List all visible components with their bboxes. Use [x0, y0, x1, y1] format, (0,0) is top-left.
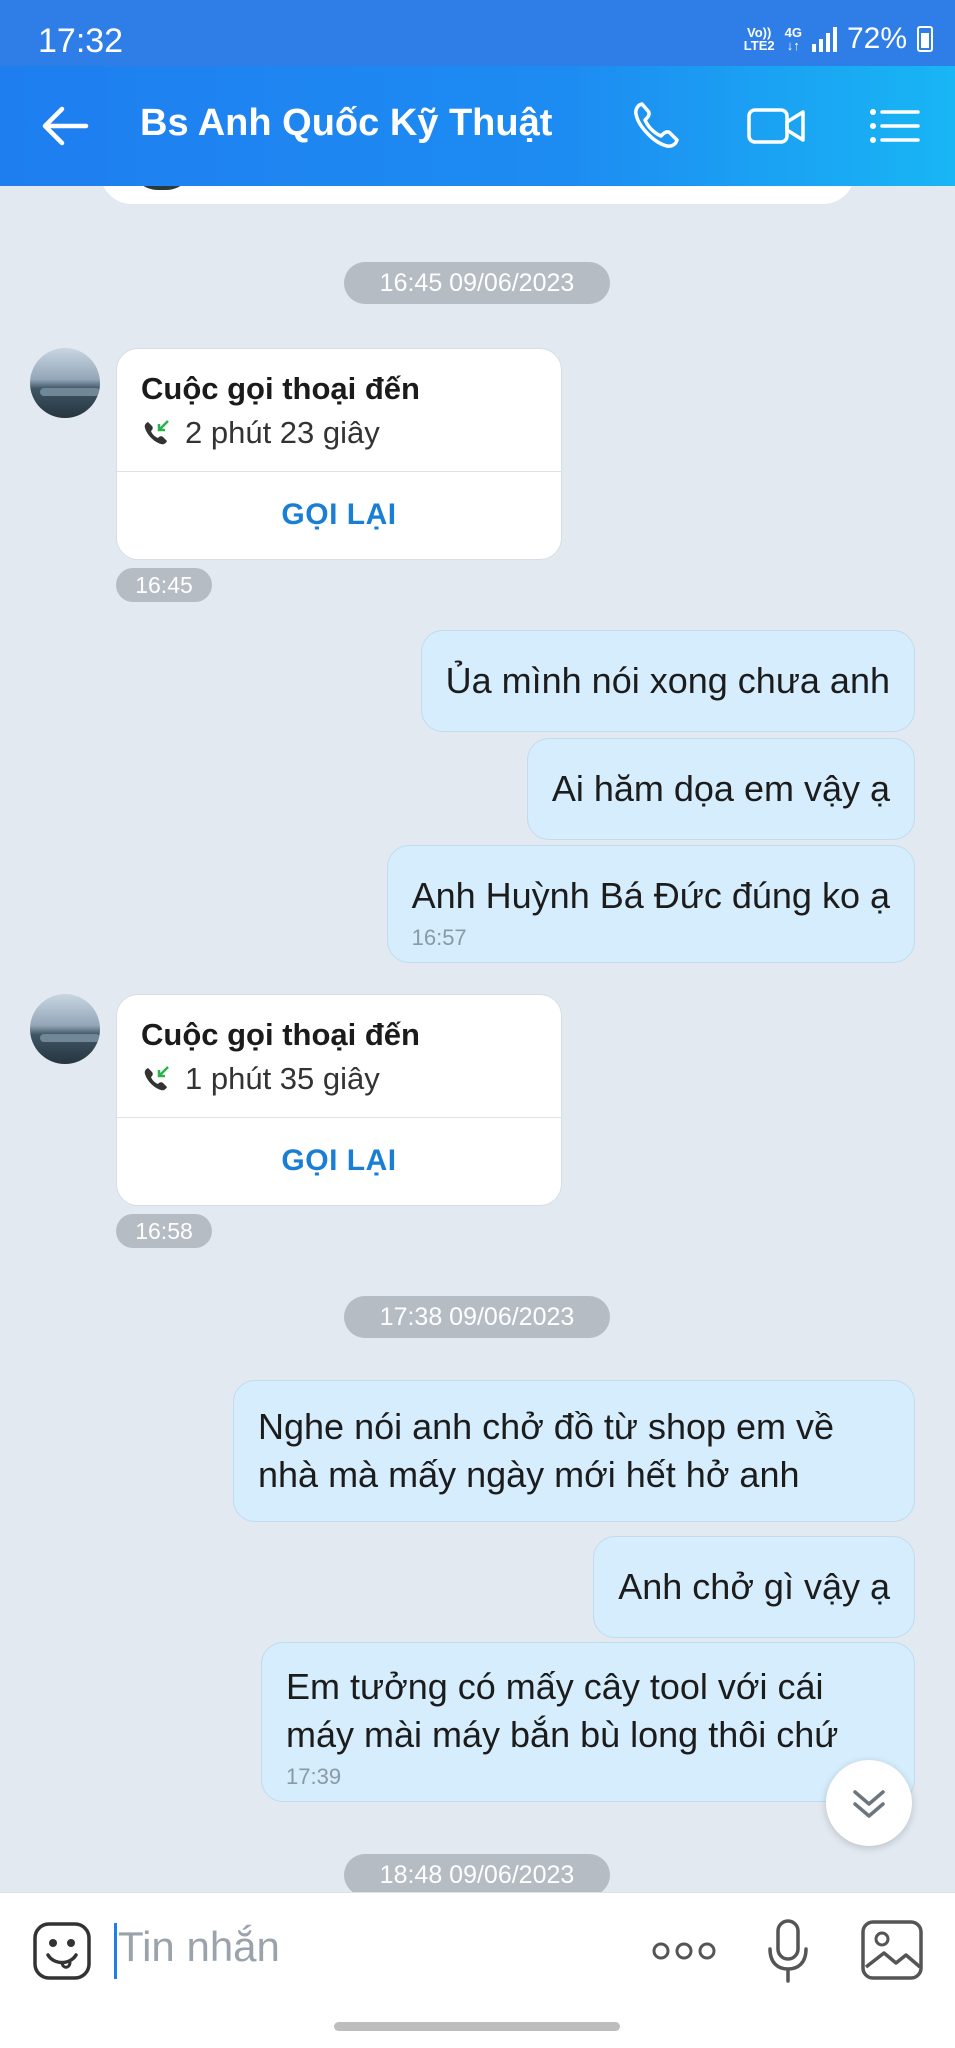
- call-title: Cuộc gọi thoại đến: [141, 1017, 420, 1052]
- outgoing-message[interactable]: Nghe nói anh chở đồ từ shop em về nhà mà…: [233, 1380, 915, 1522]
- more-options-icon[interactable]: [650, 1933, 718, 1969]
- message-text: Nghe nói anh chở đồ từ shop em về nhà mà…: [258, 1406, 835, 1495]
- incoming-call-icon: [144, 1066, 169, 1091]
- message-text: Em tưởng có mấy cây tool với cái máy mài…: [286, 1666, 839, 1755]
- contact-name[interactable]: Bs Anh Quốc Kỹ Thuật: [140, 102, 552, 145]
- chat-header: Bs Anh Quốc Kỹ Thuật: [0, 66, 955, 186]
- call-title: Cuộc gọi thoại đến: [141, 371, 420, 406]
- status-time: 17:32: [38, 22, 124, 60]
- call-duration: 1 phút 35 giây: [141, 1061, 380, 1097]
- sticker-icon[interactable]: [32, 1921, 92, 1981]
- message-time: 16:57: [411, 925, 467, 950]
- incoming-call-card: Cuộc gọi thoại đến 2 phút 23 giây GỌI LẠ…: [116, 348, 562, 560]
- volte-indicator: Vo)) LTE2: [744, 26, 775, 52]
- message-text: Ai hăm dọa em vậy ạ: [551, 768, 890, 809]
- microphone-icon[interactable]: [764, 1917, 812, 1987]
- date-separator: 16:45 09/06/2023: [344, 262, 610, 304]
- message-text: Anh chở gì vậy ạ: [618, 1566, 890, 1607]
- battery-percent: 72%: [846, 22, 907, 55]
- contact-avatar[interactable]: [30, 994, 100, 1064]
- outgoing-message[interactable]: Anh Huỳnh Bá Đức đúng ko ạ 16:57: [386, 845, 915, 963]
- image-gallery-icon[interactable]: [860, 1919, 924, 1981]
- status-indicators: Vo)) LTE2 4G ↓↑ 72%: [744, 22, 933, 56]
- message-time: 17:39: [286, 1764, 342, 1789]
- message-time: 16:58: [116, 1214, 212, 1248]
- message-time: 16:45: [116, 568, 212, 602]
- home-indicator[interactable]: [334, 2022, 620, 2031]
- previous-card-partial: [100, 186, 855, 204]
- message-list[interactable]: 16:45 09/06/2023 Cuộc gọi thoại đến 2 ph…: [0, 186, 955, 1892]
- outgoing-message[interactable]: Ai hăm dọa em vậy ạ: [526, 738, 915, 840]
- back-arrow-icon[interactable]: [40, 104, 90, 148]
- phone-icon[interactable]: [628, 98, 684, 154]
- signal-icon: [811, 26, 837, 52]
- double-chevron-down-icon: [853, 1790, 885, 1818]
- outgoing-message[interactable]: Ủa mình nói xong chưa anh: [420, 630, 915, 732]
- outgoing-message[interactable]: Anh chở gì vậy ạ: [593, 1536, 915, 1638]
- outgoing-message[interactable]: Em tưởng có mấy cây tool với cái máy mài…: [261, 1642, 915, 1802]
- data-arrows-icon: ↓↑: [786, 38, 800, 53]
- incoming-call-icon: [144, 420, 169, 445]
- network-type-indicator: 4G ↓↑: [785, 26, 802, 52]
- scroll-to-bottom-button[interactable]: [826, 1760, 912, 1846]
- date-separator: 17:38 09/06/2023: [344, 1296, 610, 1338]
- lte-label: LTE2: [743, 38, 775, 53]
- incoming-call-card: Cuộc gọi thoại đến 1 phút 35 giây GỌI LẠ…: [116, 994, 562, 1206]
- avatar: [130, 186, 194, 190]
- call-back-button[interactable]: GỌI LẠI: [117, 1117, 561, 1205]
- battery-icon: [917, 26, 933, 52]
- text-caret: [114, 1923, 117, 1979]
- contact-avatar[interactable]: [30, 348, 100, 418]
- message-text: Ủa mình nói xong chưa anh: [445, 660, 890, 701]
- status-bar: 17:32 Vo)) LTE2 4G ↓↑ 72%: [0, 0, 955, 66]
- video-call-icon[interactable]: [745, 98, 807, 154]
- call-duration-text: 1 phút 35 giây: [185, 1061, 380, 1096]
- message-text: Anh Huỳnh Bá Đức đúng ko ạ: [411, 875, 890, 916]
- date-separator: 18:48 09/06/2023: [344, 1854, 610, 1892]
- message-input[interactable]: Tin nhắn: [118, 1923, 280, 1971]
- call-duration-text: 2 phút 23 giây: [185, 415, 380, 450]
- call-duration: 2 phút 23 giây: [141, 415, 380, 451]
- call-back-button[interactable]: GỌI LẠI: [117, 471, 561, 559]
- menu-list-icon[interactable]: [868, 98, 922, 154]
